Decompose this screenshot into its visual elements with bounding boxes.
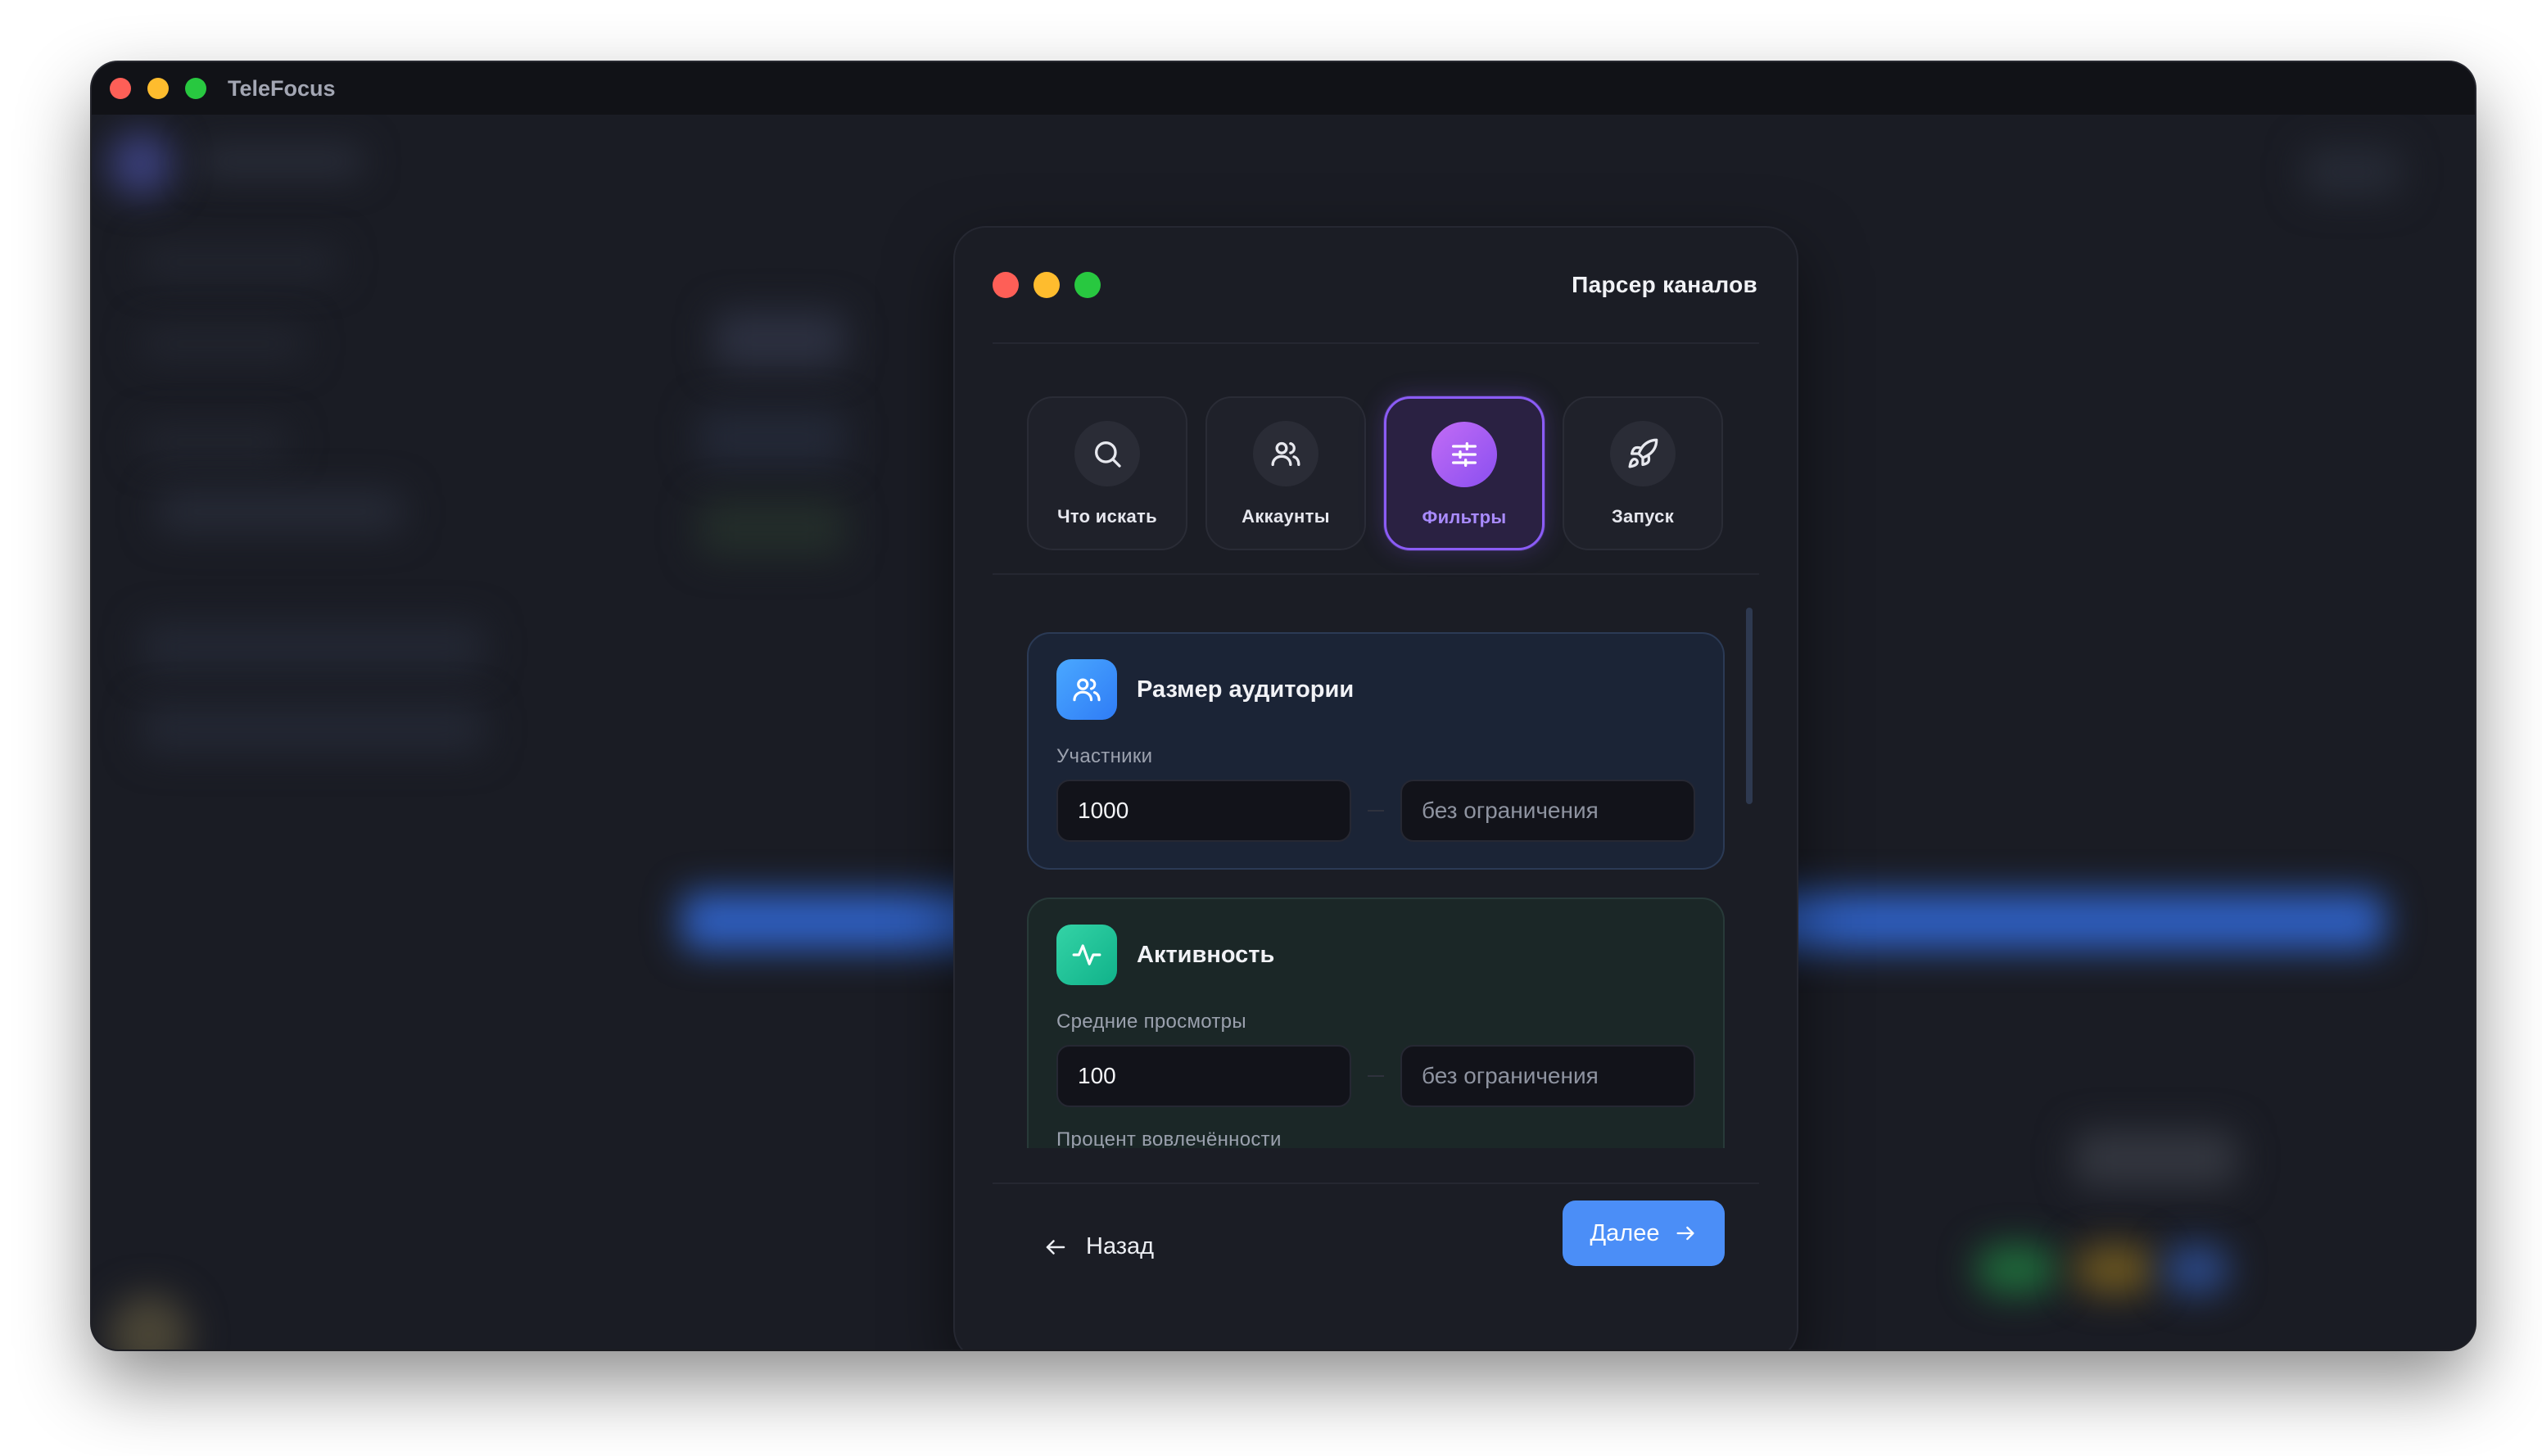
step-launch[interactable]: Запуск — [1563, 396, 1723, 550]
users-icon — [1056, 659, 1117, 720]
activity-card: Активность Средние просмотры 100 без огр… — [1027, 898, 1725, 1148]
modal-title: Парсер каналов — [1572, 272, 1757, 297]
members-max-input[interactable]: без ограничения — [1400, 780, 1695, 842]
modal-zoom-button[interactable] — [1074, 272, 1101, 298]
parser-modal: Парсер каналов Что искать Аккаунты Фильт… — [953, 226, 1798, 1350]
modal-header: Парсер каналов — [993, 228, 1759, 344]
range-separator — [1368, 1075, 1384, 1077]
range-separator — [1368, 810, 1384, 812]
modal-minimize-button[interactable] — [1034, 272, 1060, 298]
step-label: Аккаунты — [1242, 506, 1330, 527]
card-title: Активность — [1137, 941, 1275, 968]
app-window: TeleFocus Парсер каналов Что искать Акка… — [92, 62, 2475, 1350]
search-icon — [1074, 421, 1140, 486]
avg-views-label: Средние просмотры — [1056, 1011, 1246, 1033]
activity-icon — [1056, 925, 1117, 985]
modal-close-button[interactable] — [993, 272, 1019, 298]
next-button[interactable]: Далее — [1563, 1201, 1725, 1266]
step-filters[interactable]: Фильтры — [1384, 396, 1545, 550]
filters-scroll-area[interactable]: Размер аудитории Участники 1000 без огра… — [1027, 632, 1725, 1148]
window-minimize-button[interactable] — [147, 78, 169, 99]
app-title: TeleFocus — [228, 75, 336, 101]
arrow-left-icon — [1046, 1239, 1065, 1255]
engagement-label: Процент вовлечённости — [1056, 1128, 1282, 1148]
step-what-to-search[interactable]: Что искать — [1027, 396, 1187, 550]
step-label: Что искать — [1057, 506, 1157, 527]
step-accounts[interactable]: Аккаунты — [1205, 396, 1366, 550]
audience-size-card: Размер аудитории Участники 1000 без огра… — [1027, 632, 1725, 870]
step-label: Фильтры — [1422, 507, 1507, 527]
views-min-input[interactable]: 100 — [1056, 1045, 1351, 1107]
window-zoom-button[interactable] — [185, 78, 206, 99]
wizard-steps: Что искать Аккаунты Фильтры Запуск — [1027, 396, 1725, 550]
users-icon — [1253, 421, 1318, 486]
card-title: Размер аудитории — [1137, 676, 1355, 703]
next-button-label: Далее — [1590, 1219, 1660, 1246]
back-button-label: Назад — [1086, 1233, 1155, 1259]
sliders-icon — [1432, 422, 1497, 487]
views-max-input[interactable]: без ограничения — [1400, 1045, 1695, 1107]
scrollbar-thumb[interactable] — [1746, 608, 1753, 804]
window-close-button[interactable] — [110, 78, 131, 99]
step-label: Запуск — [1611, 506, 1675, 527]
window-titlebar: TeleFocus — [92, 62, 2475, 115]
back-button[interactable]: Назад — [1043, 1233, 1154, 1260]
members-min-input[interactable]: 1000 — [1056, 780, 1351, 842]
members-label: Участники — [1056, 745, 1153, 767]
steps-divider — [993, 573, 1759, 575]
rocket-icon — [1610, 421, 1676, 486]
arrow-right-icon — [1676, 1226, 1694, 1241]
footer-divider — [993, 1182, 1759, 1184]
